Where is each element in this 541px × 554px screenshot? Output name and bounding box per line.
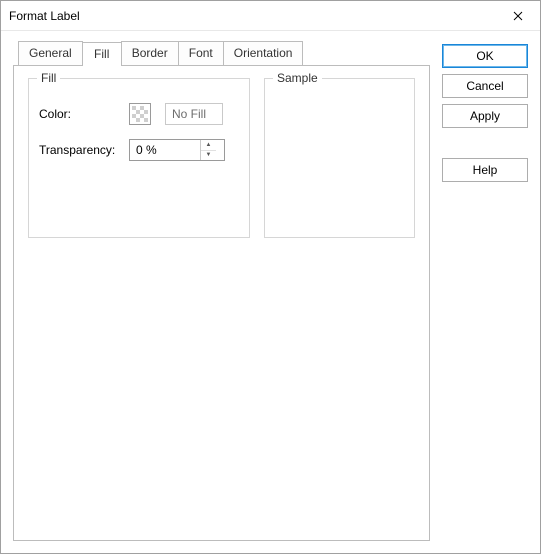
tab-border[interactable]: Border bbox=[121, 41, 179, 65]
transparency-label: Transparency: bbox=[39, 143, 121, 157]
spinner-buttons: ▲ ▼ bbox=[200, 140, 216, 160]
cancel-button[interactable]: Cancel bbox=[442, 74, 528, 98]
fill-group: Fill Color: bbox=[28, 78, 250, 238]
button-spacer bbox=[442, 134, 528, 152]
color-label: Color: bbox=[39, 107, 121, 121]
help-button[interactable]: Help bbox=[442, 158, 528, 182]
close-button[interactable] bbox=[496, 1, 540, 31]
left-panel: General Fill Border Font Orientation Fil… bbox=[13, 41, 430, 541]
tab-font[interactable]: Font bbox=[178, 41, 224, 65]
titlebar: Format Label bbox=[1, 1, 540, 31]
tab-panel-fill: Fill Color: bbox=[13, 65, 430, 541]
spin-up-button[interactable]: ▲ bbox=[201, 140, 216, 150]
apply-button[interactable]: Apply bbox=[442, 104, 528, 128]
transparency-row: Transparency: ▲ ▼ bbox=[39, 139, 239, 161]
transparency-stepper[interactable]: ▲ ▼ bbox=[129, 139, 225, 161]
fill-legend: Fill bbox=[37, 71, 60, 85]
sample-legend: Sample bbox=[273, 71, 322, 85]
dialog-body: General Fill Border Font Orientation Fil… bbox=[1, 31, 540, 553]
tab-fill[interactable]: Fill bbox=[82, 42, 122, 66]
sample-group: Sample bbox=[264, 78, 415, 238]
color-picker-button[interactable] bbox=[129, 103, 151, 125]
spin-down-button[interactable]: ▼ bbox=[201, 150, 216, 161]
close-icon bbox=[513, 11, 523, 21]
color-value-display: No Fill bbox=[165, 103, 223, 125]
ok-button[interactable]: OK bbox=[442, 44, 528, 68]
color-row: Color: bbox=[39, 103, 239, 125]
button-column: OK Cancel Apply Help bbox=[442, 41, 528, 541]
window-title: Format Label bbox=[9, 9, 80, 23]
tab-general[interactable]: General bbox=[18, 41, 83, 65]
nofill-icon bbox=[132, 106, 148, 122]
transparency-input[interactable] bbox=[130, 140, 200, 160]
tab-orientation[interactable]: Orientation bbox=[223, 41, 304, 65]
dialog-window: Format Label General Fill Border Font Or… bbox=[0, 0, 541, 554]
tabstrip: General Fill Border Font Orientation bbox=[18, 41, 430, 65]
